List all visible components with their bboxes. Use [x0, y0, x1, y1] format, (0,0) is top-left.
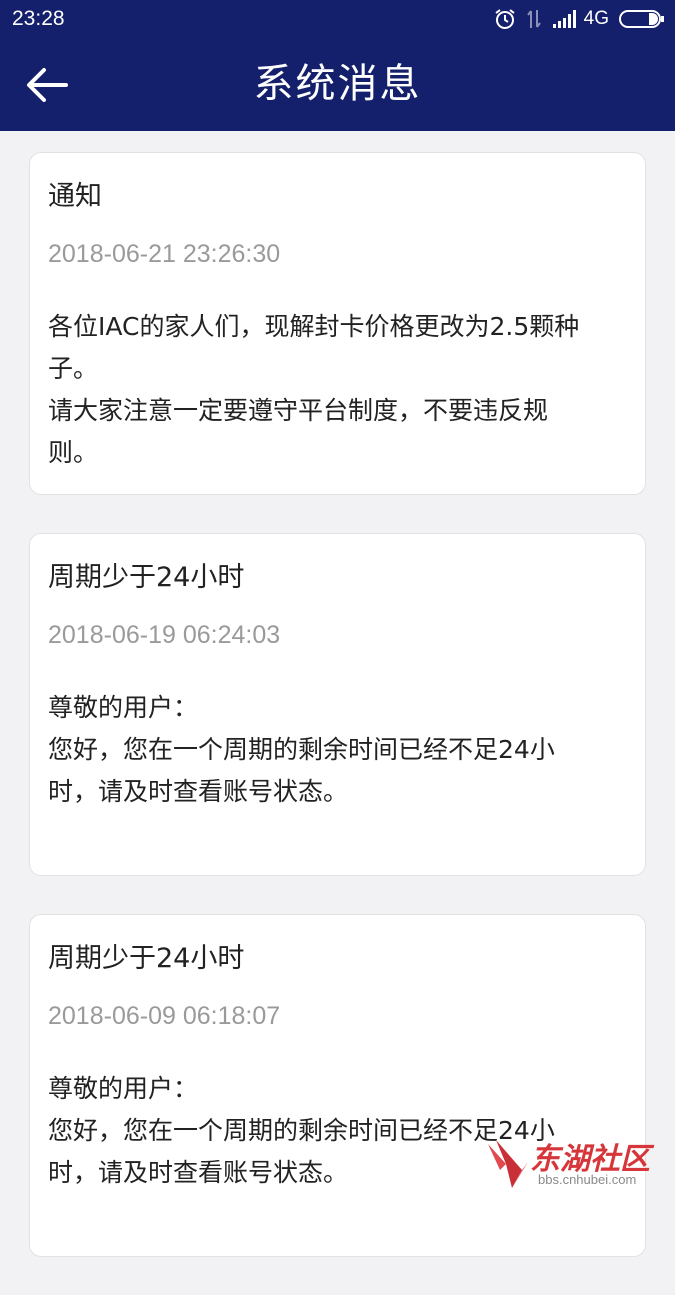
watermark-logo-icon: [482, 1134, 532, 1192]
message-card[interactable]: 通知 2018-06-21 23:26:30 各位IAC的家人们，现解封卡价格更…: [29, 152, 646, 495]
message-body-line: 则。: [48, 432, 628, 474]
message-body-line: 尊敬的用户：: [48, 1068, 628, 1110]
status-icons: 4G: [494, 6, 665, 32]
message-body-line: 请大家注意一定要遵守平台制度，不要违反规: [48, 390, 628, 432]
message-time: 2018-06-09 06:18:07: [48, 996, 627, 1036]
message-time: 2018-06-21 23:26:30: [48, 234, 627, 274]
message-body-line: 您好，您在一个周期的剩余时间已经不足24小: [48, 729, 628, 771]
message-body: 各位IAC的家人们，现解封卡价格更改为2.5颗种 子。 请大家注意一定要遵守平台…: [48, 306, 628, 474]
message-time: 2018-06-19 06:24:03: [48, 615, 627, 655]
status-bar: 23:28 4G: [0, 0, 675, 38]
status-time: 23:28: [12, 7, 65, 31]
arrow-left-icon: [22, 65, 72, 105]
message-title: 周期少于24小时: [48, 939, 627, 979]
alarm-icon: [494, 8, 516, 30]
message-body: 尊敬的用户： 您好，您在一个周期的剩余时间已经不足24小 时，请及时查看账号状态…: [48, 687, 628, 813]
message-body-line: 子。: [48, 348, 628, 390]
back-button[interactable]: [22, 65, 72, 105]
data-transfer-icon: [526, 8, 542, 30]
message-body-line: 尊敬的用户：: [48, 687, 628, 729]
page-title: 系统消息: [0, 38, 675, 131]
app-bar: 系统消息: [0, 38, 675, 131]
signal-icon: [552, 9, 578, 29]
message-title: 通知: [48, 177, 627, 217]
network-type: 4G: [584, 8, 609, 30]
message-card[interactable]: 周期少于24小时 2018-06-19 06:24:03 尊敬的用户： 您好，您…: [29, 533, 646, 876]
message-title: 周期少于24小时: [48, 558, 627, 598]
battery-icon: [619, 9, 665, 29]
watermark-url: bbs.cnhubei.com: [538, 1172, 636, 1187]
message-list: 通知 2018-06-21 23:26:30 各位IAC的家人们，现解封卡价格更…: [29, 152, 646, 1295]
watermark: 东湖社区 bbs.cnhubei.com: [482, 1134, 667, 1192]
message-card[interactable]: 周期少于24小时 2018-06-09 06:18:07 尊敬的用户： 您好，您…: [29, 914, 646, 1257]
message-body-line: 各位IAC的家人们，现解封卡价格更改为2.5颗种: [48, 306, 628, 348]
message-body-line: 时，请及时查看账号状态。: [48, 771, 628, 813]
